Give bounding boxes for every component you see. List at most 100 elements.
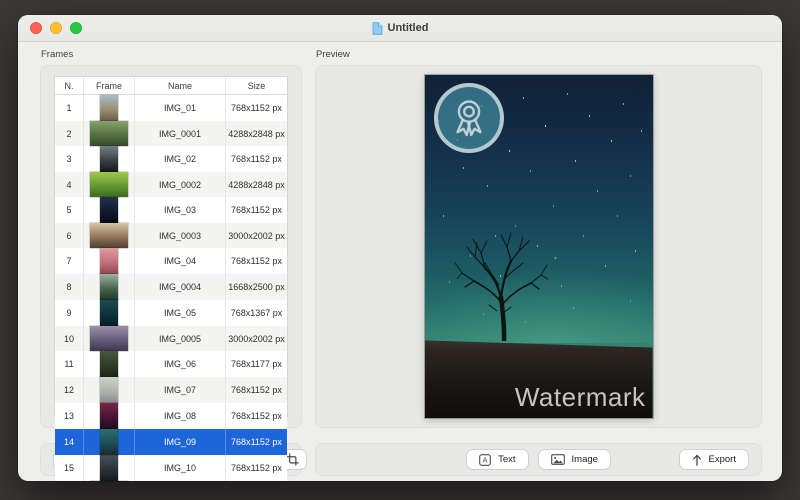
row-name: IMG_0003 xyxy=(135,223,226,248)
row-name: IMG_10 xyxy=(135,455,226,481)
row-frame-cell xyxy=(84,429,135,455)
table-row[interactable]: 8 IMG_0004 1668x2500 px xyxy=(55,274,287,300)
row-number: 4 xyxy=(55,172,84,197)
row-frame-cell xyxy=(84,223,135,248)
tree-silhouette xyxy=(447,213,552,341)
frame-thumbnail-magenta-night xyxy=(100,403,118,429)
window-title-group: Untitled xyxy=(372,22,429,35)
zoom-button[interactable] xyxy=(70,22,82,34)
svg-text:A: A xyxy=(483,455,488,464)
row-name: IMG_0005 xyxy=(135,326,226,351)
text-icon: A xyxy=(479,454,491,466)
row-size: 768x1152 px xyxy=(226,377,287,403)
row-frame-cell xyxy=(84,403,135,429)
row-size: 768x1152 px xyxy=(226,146,287,172)
preview-toolbar: A Text Image Export xyxy=(315,443,762,476)
crop-icon xyxy=(286,453,299,466)
table-row[interactable]: 14 IMG_09 768x1152 px xyxy=(55,429,287,455)
row-size: 4288x2848 px xyxy=(226,121,287,146)
row-name: IMG_05 xyxy=(135,300,226,326)
frame-thumbnail-foggy-trees xyxy=(100,377,118,403)
row-frame-cell xyxy=(84,121,135,146)
export-button[interactable]: Export xyxy=(680,450,748,469)
row-name: IMG_01 xyxy=(135,95,226,121)
row-number: 14 xyxy=(55,429,84,455)
image-icon xyxy=(551,454,565,465)
frame-thumbnail-forest-waterfall xyxy=(100,274,118,300)
row-frame-cell xyxy=(84,146,135,172)
titlebar: Untitled xyxy=(18,15,782,42)
table-row[interactable]: 1 IMG_01 768x1152 px xyxy=(55,95,287,121)
row-number: 5 xyxy=(55,197,84,223)
row-frame-cell xyxy=(84,274,135,300)
row-size: 3000x2002 px xyxy=(226,326,287,351)
row-name: IMG_08 xyxy=(135,403,226,429)
table-row[interactable]: 12 IMG_07 768x1152 px xyxy=(55,377,287,403)
column-header-n: N. xyxy=(55,77,84,94)
table-row[interactable]: 11 IMG_06 768x1177 px xyxy=(55,351,287,377)
row-frame-cell xyxy=(84,172,135,197)
award-badge-icon xyxy=(447,96,491,140)
row-name: IMG_03 xyxy=(135,197,226,223)
frames-table: N. Frame Name Size 1 IMG_01 768x1152 px xyxy=(54,76,288,417)
frame-thumbnail-sunset-mountain xyxy=(90,223,128,248)
frame-thumbnail-teal-tree xyxy=(100,429,118,455)
row-number: 7 xyxy=(55,248,84,274)
row-name: IMG_06 xyxy=(135,351,226,377)
row-frame-cell xyxy=(84,197,135,223)
frame-thumbnail-night-sky xyxy=(100,197,118,223)
row-number: 3 xyxy=(55,146,84,172)
row-name: IMG_09 xyxy=(135,429,226,455)
frame-thumbnail-coastal-cliff xyxy=(100,95,118,121)
row-size: 768x1152 px xyxy=(226,248,287,274)
row-number: 12 xyxy=(55,377,84,403)
table-row[interactable]: 10 IMG_0005 3000x2002 px xyxy=(55,326,287,351)
row-number: 13 xyxy=(55,403,84,429)
column-header-name: Name xyxy=(135,77,226,94)
row-name: IMG_0002 xyxy=(135,172,226,197)
row-size: 768x1152 px xyxy=(226,95,287,121)
table-row[interactable]: 3 IMG_02 768x1152 px xyxy=(55,146,287,172)
table-row[interactable]: 5 IMG_03 768x1152 px xyxy=(55,197,287,223)
row-frame-cell xyxy=(84,455,135,481)
traffic-lights xyxy=(30,15,82,41)
column-header-frame: Frame xyxy=(84,77,135,94)
add-image-button[interactable]: Image xyxy=(539,450,610,469)
row-size: 768x1152 px xyxy=(226,403,287,429)
row-number: 11 xyxy=(55,351,84,377)
table-row[interactable]: 13 IMG_08 768x1152 px xyxy=(55,403,287,429)
row-size: 768x1152 px xyxy=(226,429,287,455)
close-button[interactable] xyxy=(30,22,42,34)
row-size: 3000x2002 px xyxy=(226,223,287,248)
row-number: 8 xyxy=(55,274,84,300)
table-row[interactable]: 6 IMG_0003 3000x2002 px xyxy=(55,223,287,248)
table-row[interactable]: 2 IMG_0001 4288x2848 px xyxy=(55,121,287,146)
row-name: IMG_07 xyxy=(135,377,226,403)
frame-thumbnail-dark-waterfall xyxy=(100,146,118,172)
export-button-label: Export xyxy=(709,454,736,465)
row-size: 768x1177 px xyxy=(226,351,287,377)
table-row[interactable]: 7 IMG_04 768x1152 px xyxy=(55,248,287,274)
row-name: IMG_0004 xyxy=(135,274,226,300)
row-frame-cell xyxy=(84,248,135,274)
frame-thumbnail-purple-field xyxy=(90,326,128,351)
frames-table-header: N. Frame Name Size xyxy=(55,77,287,95)
table-row[interactable]: 9 IMG_05 768x1367 px xyxy=(55,300,287,326)
watermark-badge[interactable] xyxy=(434,83,504,153)
minimize-button[interactable] xyxy=(50,22,62,34)
table-row[interactable]: 4 IMG_0002 4288x2848 px xyxy=(55,172,287,197)
table-row[interactable]: 15 IMG_10 768x1152 px xyxy=(55,455,287,481)
row-size: 768x1152 px xyxy=(226,455,287,481)
row-frame-cell xyxy=(84,351,135,377)
preview-section-label: Preview xyxy=(316,49,762,60)
frame-thumbnail-dark-forest xyxy=(100,351,118,377)
row-frame-cell xyxy=(84,95,135,121)
row-number: 15 xyxy=(55,455,84,481)
row-number: 2 xyxy=(55,121,84,146)
image-button-label: Image xyxy=(572,454,598,465)
row-name: IMG_02 xyxy=(135,146,226,172)
watermark-text[interactable]: Watermark xyxy=(515,382,646,413)
row-frame-cell xyxy=(84,300,135,326)
frames-panel: N. Frame Name Size 1 IMG_01 768x1152 px xyxy=(40,65,302,428)
add-text-button[interactable]: A Text xyxy=(467,450,527,469)
